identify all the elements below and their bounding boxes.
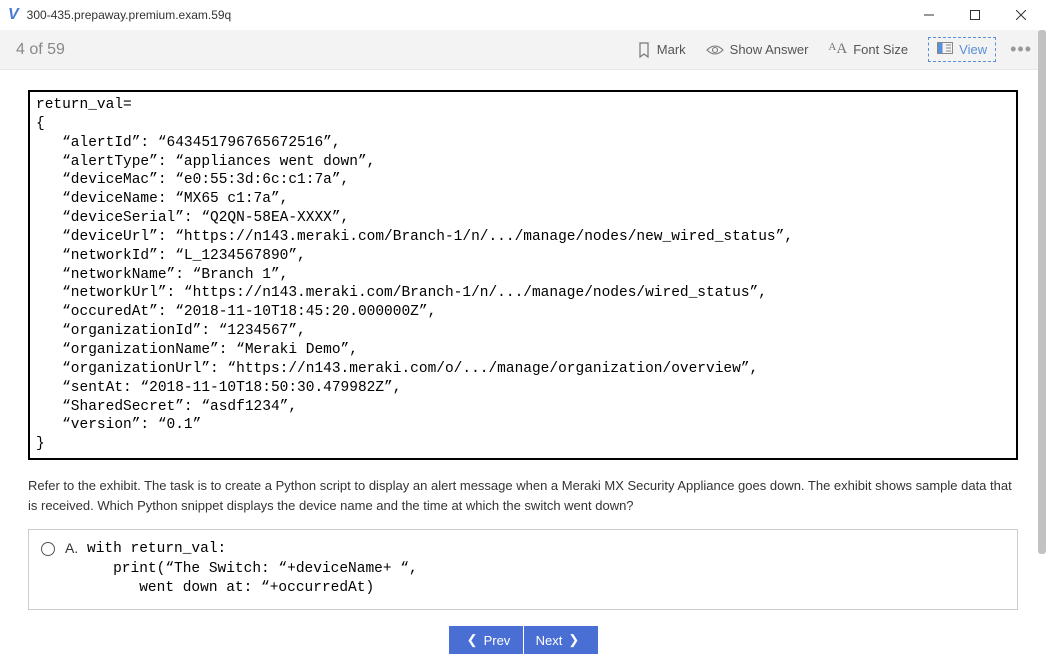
maximize-button[interactable] <box>952 0 998 30</box>
close-button[interactable] <box>998 0 1044 30</box>
radio-icon[interactable] <box>41 542 55 556</box>
next-button[interactable]: Next ❯ <box>524 626 598 654</box>
next-label: Next <box>536 633 563 648</box>
eye-icon <box>706 44 724 56</box>
show-answer-button[interactable]: Show Answer <box>706 42 809 57</box>
vertical-scrollbar[interactable] <box>1038 30 1046 626</box>
answer-option-a[interactable]: A. with return_val: print(“The Switch: “… <box>28 529 1018 610</box>
minimize-button[interactable] <box>906 0 952 30</box>
toolbar: 4 of 59 Mark Show Answer AA Font Size Vi… <box>0 30 1046 70</box>
font-size-icon: AA <box>828 41 847 58</box>
show-answer-label: Show Answer <box>730 42 809 57</box>
more-options-button[interactable]: ••• <box>1010 39 1032 60</box>
mark-button[interactable]: Mark <box>637 42 686 58</box>
font-size-label: Font Size <box>853 42 908 57</box>
view-button[interactable]: View <box>928 37 996 62</box>
answer-letter: A. <box>65 540 87 556</box>
font-size-button[interactable]: AA Font Size <box>828 41 908 58</box>
chevron-right-icon: ❯ <box>568 632 579 648</box>
title-bar: V 300-435.prepaway.premium.exam.59q <box>0 0 1046 30</box>
nav-footer: ❮ Prev Next ❯ <box>0 626 1046 654</box>
view-label: View <box>959 42 987 57</box>
question-progress: 4 of 59 <box>16 41 627 59</box>
prev-label: Prev <box>484 633 511 648</box>
window-controls <box>906 0 1044 30</box>
answer-code: with return_val: print(“The Switch: “+de… <box>87 540 418 599</box>
question-text: Refer to the exhibit. The task is to cre… <box>28 476 1018 515</box>
window-title: 300-435.prepaway.premium.exam.59q <box>27 8 906 22</box>
scrollbar-thumb[interactable] <box>1038 30 1046 554</box>
chevron-left-icon: ❮ <box>467 632 478 648</box>
content-area: return_val= { “alertId”: “64345179676567… <box>0 70 1046 610</box>
exhibit-code-block: return_val= { “alertId”: “64345179676567… <box>28 90 1018 460</box>
bookmark-icon <box>637 42 651 58</box>
app-logo-icon: V <box>8 6 19 24</box>
mark-label: Mark <box>657 42 686 57</box>
prev-button[interactable]: ❮ Prev <box>449 626 523 654</box>
view-layout-icon <box>937 42 953 57</box>
